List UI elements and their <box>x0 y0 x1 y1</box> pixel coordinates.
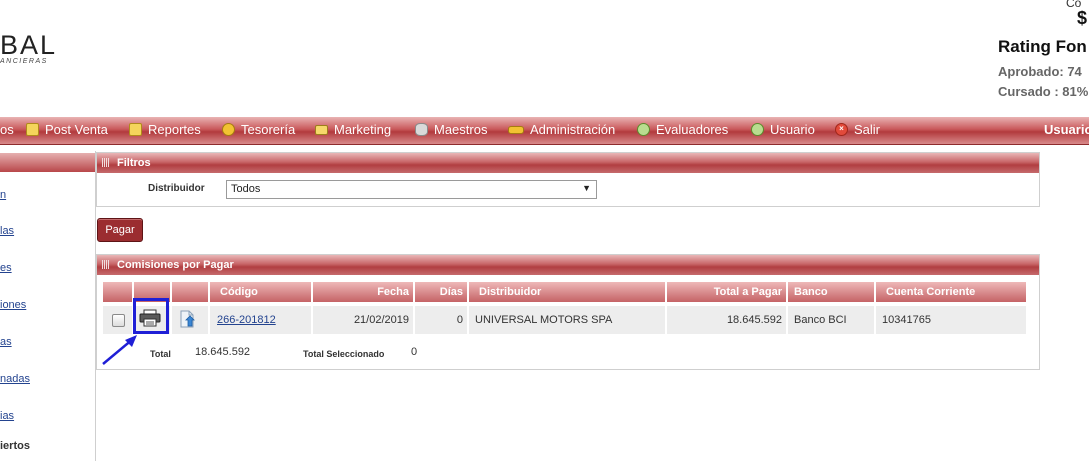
total-seleccionado-value: 0 <box>411 346 418 358</box>
export-icon[interactable] <box>178 309 198 329</box>
ticket-icon <box>315 124 328 135</box>
sidebar-link[interactable]: ias <box>0 410 14 422</box>
column-header-dias[interactable]: Días <box>415 282 469 302</box>
column-header-distribuidor[interactable]: Distribuidor <box>469 282 667 302</box>
annotation-arrow-icon <box>102 335 137 365</box>
nav-label: Post Venta <box>45 122 108 137</box>
sidebar-header <box>0 153 95 172</box>
main-nav: os Post Venta Reportes Tesorería Marketi… <box>0 117 1089 145</box>
nav-item-marketing[interactable]: Marketing <box>315 122 391 137</box>
sidebar-link[interactable]: nadas <box>0 373 30 385</box>
comisiones-title: Comisiones por Pagar <box>117 259 234 271</box>
nav-user-menu[interactable]: Usuario <box>1044 122 1089 137</box>
exit-icon: × <box>835 123 848 136</box>
nav-item-evaluadores[interactable]: Evaluadores <box>637 122 728 137</box>
column-header-banco[interactable]: Banco <box>788 282 876 302</box>
table-cell-distribuidor: UNIVERSAL MOTORS SPA <box>469 306 667 334</box>
rating-aprobado: Aprobado: 74 <box>998 64 1082 79</box>
grip-icon <box>102 158 109 167</box>
nav-label: Administración <box>530 122 616 137</box>
comisiones-panel-header: Comisiones por Pagar <box>97 255 1039 275</box>
nav-item-modulos[interactable]: os <box>0 122 14 137</box>
sidebar-active-item[interactable]: iertos <box>0 440 30 452</box>
rating-cursado: Cursado : 81% <box>998 84 1089 99</box>
key-icon <box>508 125 524 134</box>
sidebar-link[interactable]: iones <box>0 299 26 311</box>
logo-text: BAL <box>0 30 58 60</box>
folder-icon <box>26 123 39 136</box>
column-header-total[interactable]: Total a Pagar <box>667 282 788 302</box>
user-icon <box>637 123 650 136</box>
sidebar-link[interactable]: as <box>0 336 12 348</box>
codigo-link[interactable]: 266-201812 <box>217 314 276 326</box>
table-cell-fecha: 21/02/2019 <box>313 306 415 334</box>
nav-label: Reportes <box>148 122 201 137</box>
sidebar-link[interactable]: las <box>0 225 14 237</box>
grip-icon <box>102 260 109 269</box>
database-icon <box>415 123 428 136</box>
table-cell-codigo: 266-201812 <box>210 306 313 334</box>
column-header-fecha[interactable]: Fecha <box>313 282 415 302</box>
row-select-checkbox[interactable] <box>112 314 125 327</box>
column-header-cuenta[interactable]: Cuenta Corriente <box>876 282 1028 302</box>
nav-label: Usuario <box>770 122 815 137</box>
top-right-currency: $ <box>1077 8 1088 28</box>
table-cell-cuenta: 10341765 <box>876 306 1028 334</box>
total-seleccionado-label: Total Seleccionado <box>303 349 385 359</box>
sidebar-link[interactable]: es <box>0 262 12 274</box>
column-header-select <box>103 282 134 302</box>
distribuidor-select[interactable]: Todos ▼ <box>226 180 597 199</box>
total-value: 18.645.592 <box>195 346 251 358</box>
logo-subtext: ANCIERAS <box>0 58 48 65</box>
rating-title: Rating Fon <box>998 37 1087 56</box>
total-label: Total <box>150 349 171 359</box>
user-icon <box>751 123 764 136</box>
sidebar-link[interactable]: n <box>0 189 6 201</box>
nav-item-tesoreria[interactable]: Tesorería <box>222 122 295 137</box>
annotation-highlight-box <box>133 298 169 334</box>
nav-label: Maestros <box>434 122 488 137</box>
nav-item-usuario[interactable]: Usuario <box>751 122 815 137</box>
nav-item-post-venta[interactable]: Post Venta <box>26 122 108 137</box>
table-cell-banco: Banco BCI <box>788 306 876 334</box>
column-header-codigo[interactable]: Código <box>210 282 313 302</box>
coin-icon <box>222 123 235 136</box>
chevron-down-icon: ▼ <box>582 183 591 193</box>
filters-panel-header: Filtros <box>97 153 1039 173</box>
nav-label: Tesorería <box>241 122 296 137</box>
filters-title: Filtros <box>117 157 151 169</box>
column-header-export <box>172 282 210 302</box>
distribuidor-selected-value: Todos <box>231 183 261 195</box>
nav-label: os <box>0 122 14 137</box>
nav-item-reportes[interactable]: Reportes <box>129 122 201 137</box>
distribuidor-label: Distribuidor <box>148 183 205 194</box>
table-cell-total: 18.645.592 <box>667 306 788 334</box>
pagar-button[interactable]: Pagar <box>97 218 143 242</box>
nav-label: Marketing <box>334 122 392 137</box>
nav-item-administracion[interactable]: Administración <box>508 122 615 137</box>
nav-label: Salir <box>854 122 881 137</box>
folder-icon <box>129 123 142 136</box>
nav-item-salir[interactable]: × Salir <box>835 122 880 137</box>
nav-item-maestros[interactable]: Maestros <box>415 122 487 137</box>
nav-label: Evaluadores <box>656 122 729 137</box>
table-cell-dias: 0 <box>415 306 469 334</box>
